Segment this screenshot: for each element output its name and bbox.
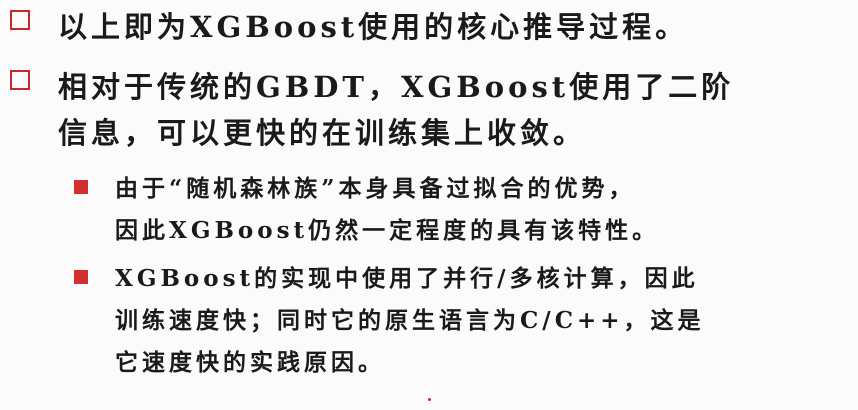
bullet-item-2: 相对于传统的GBDT，XGBoost使用了二阶 信息，可以更快的在训练集上收敛。 [10, 64, 734, 156]
bullet-text-line: 信息，可以更快的在训练集上收敛。 [58, 116, 587, 150]
sub-bullet-text-line: 它速度快的实践原因。 [115, 349, 385, 376]
hollow-square-bullet-icon [10, 10, 30, 30]
sub-bullet-text-line: 因此XGBoost仍然一定程度的具有该特性。 [115, 217, 660, 244]
filled-square-bullet-icon [74, 180, 88, 194]
bullet-text-1: 以上即为XGBoost使用的核心推导过程。 [58, 4, 688, 50]
bullet-text-line: 相对于传统的GBDT，XGBoost使用了二阶 [58, 70, 735, 104]
sub-bullet-text-line: 训练速度快；同时它的原生语言为C/C++，这是 [115, 307, 705, 334]
hollow-square-bullet-icon [10, 70, 30, 90]
bullet-text-line: 以上即为XGBoost使用的核心推导过程。 [58, 10, 689, 44]
bullet-text-2: 相对于传统的GBDT，XGBoost使用了二阶 信息，可以更快的在训练集上收敛。 [58, 64, 734, 156]
sub-bullet-item-1: 由于“随机森林族”本身具备过拟合的优势， 因此XGBoost仍然一定程度的具有该… [74, 168, 659, 252]
sub-bullet-text-line: XGBoost的实现中使用了并行/多核计算，因此 [115, 265, 699, 292]
slide: 以上即为XGBoost使用的核心推导过程。 相对于传统的GBDT，XGBoost… [0, 0, 858, 410]
bullet-item-1: 以上即为XGBoost使用的核心推导过程。 [10, 4, 688, 50]
sub-bullet-text-1: 由于“随机森林族”本身具备过拟合的优势， 因此XGBoost仍然一定程度的具有该… [115, 168, 659, 252]
filled-square-bullet-icon [74, 270, 88, 284]
sub-bullet-item-2: XGBoost的实现中使用了并行/多核计算，因此 训练速度快；同时它的原生语言为… [74, 258, 705, 384]
decorative-dot [428, 398, 431, 401]
sub-bullet-text-2: XGBoost的实现中使用了并行/多核计算，因此 训练速度快；同时它的原生语言为… [115, 258, 705, 384]
sub-bullet-text-line: 由于“随机森林族”本身具备过拟合的优势， [115, 175, 636, 202]
